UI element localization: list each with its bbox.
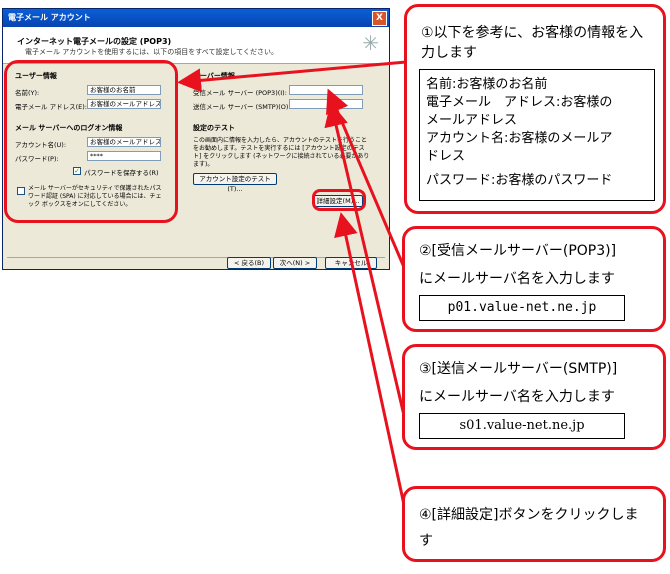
callout3-title: ③[送信メールサーバー(SMTP)] [419, 361, 618, 377]
callout1-title: ①以下を参考に、お客様の情報を入力します [421, 25, 644, 61]
callout1-line-2: 電子メール アドレス:お客様の [426, 95, 613, 110]
callout1-line-1: 名前:お客様のお名前 [426, 77, 548, 92]
callout1-line-3: メールアドレス [426, 113, 518, 128]
pop3-server-value: p01.value-net.ne.jp [447, 300, 597, 315]
callout4-title: ④[詳細設定]ボタンをクリックしま [419, 507, 639, 523]
callout-user-info: ①以下を参考に、お客様の情報を入力します 名前:お客様のお名前 電子メール アド… [404, 4, 666, 214]
callout2-title: ②[受信メールサーバー(POP3)] [419, 243, 617, 259]
callout-smtp: ③[送信メールサーバー(SMTP)] にメールサーバ名を入力します s01.va… [402, 344, 666, 450]
callout-pop3: ②[受信メールサーバー(POP3)] にメールサーバ名を入力します p01.va… [402, 226, 666, 332]
callout1-line-4: アカウント名:お客様のメールア [426, 131, 613, 146]
callout-detail: ④[詳細設定]ボタンをクリックしま す [402, 486, 666, 562]
callout3-value-box: s01.value-net.ne.jp [419, 413, 625, 439]
arrow-4 [334, 212, 408, 515]
arrow-1 [177, 60, 407, 93]
callout2-value-box: p01.value-net.ne.jp [419, 295, 625, 321]
callout4-title-cont: す [419, 533, 433, 549]
smtp-server-value: s01.value-net.ne.jp [459, 418, 585, 433]
callout2-sub: にメールサーバ名を入力します [419, 271, 615, 287]
callout1-line-6: パスワード:お客様のパスワード [426, 173, 613, 188]
callout1-line-5: ドレス [426, 149, 466, 164]
arrow-3 [324, 102, 408, 425]
callout1-info-box: 名前:お客様のお名前 電子メール アドレス:お客様の メールアドレス アカウント… [419, 69, 655, 201]
callout3-sub: にメールサーバ名を入力します [419, 389, 615, 405]
